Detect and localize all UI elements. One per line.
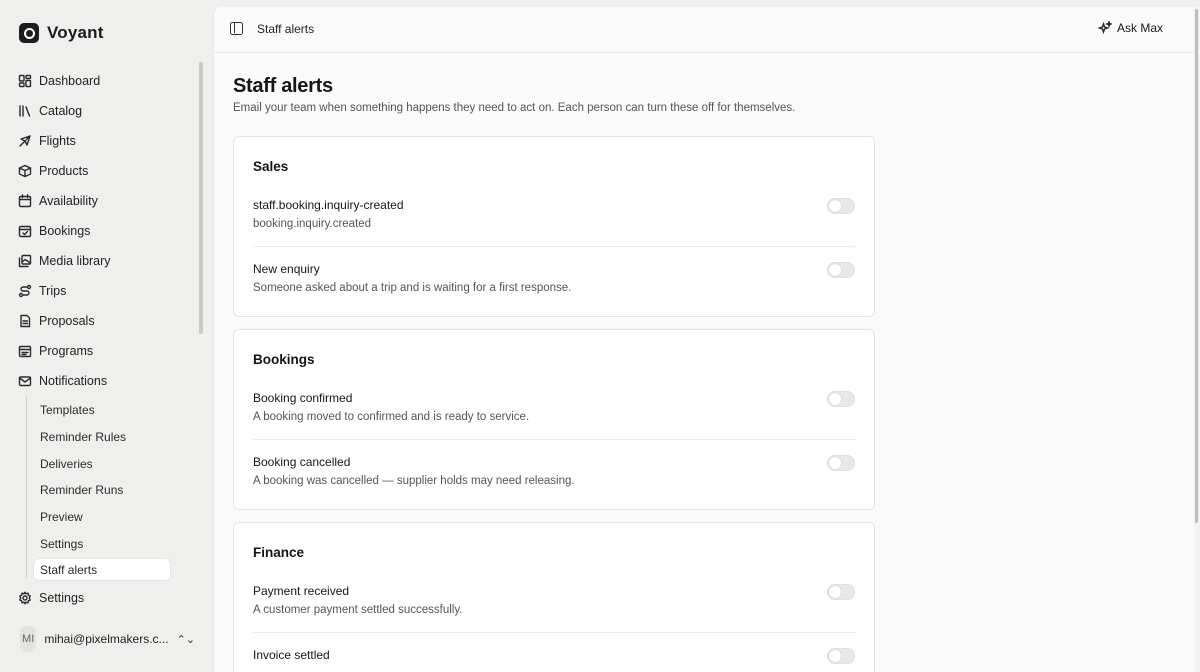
- sidebar-subitem-templates[interactable]: Templates: [34, 399, 170, 420]
- alert-toggle[interactable]: [827, 198, 855, 214]
- sparkles-icon: [1097, 21, 1112, 35]
- sidebar-item-label: Dashboard: [39, 74, 101, 88]
- sidebar-item-label: Products: [39, 164, 89, 178]
- alert-title: staff.booking.inquiry-created: [253, 198, 404, 212]
- avatar: MI: [20, 626, 37, 652]
- sidebar-item-label: Flights: [39, 134, 76, 148]
- sidebar-item-settings[interactable]: Settings: [18, 588, 84, 608]
- sidebar-subitem-reminder-runs[interactable]: Reminder Runs: [34, 479, 170, 500]
- alert-description: A booking moved to confirmed and is read…: [253, 411, 530, 423]
- breadcrumb: Staff alerts: [257, 22, 315, 36]
- section-title: Bookings: [253, 352, 315, 367]
- package-icon: [18, 164, 32, 178]
- topbar: Staff alerts Ask Max: [214, 7, 1194, 53]
- section-card-sales: Sales staff.booking.inquiry-created book…: [233, 136, 875, 317]
- sidebar-toggle-icon[interactable]: [230, 22, 243, 35]
- alert-row: New enquiry Someone asked about a trip a…: [253, 262, 855, 312]
- alert-row: Payment received A customer payment sett…: [253, 584, 855, 634]
- section-card-bookings: Bookings Booking confirmed A booking mov…: [233, 329, 875, 510]
- file-text-icon: [20, 314, 31, 328]
- alert-title: Booking cancelled: [253, 455, 351, 469]
- sidebar-item-trips[interactable]: Trips: [18, 281, 66, 301]
- section-card-finance: Finance Payment received A customer paym…: [233, 522, 875, 672]
- alert-title: Payment received: [253, 584, 350, 598]
- sidebar-item-notifications[interactable]: Notifications: [18, 371, 107, 391]
- sidebar: Voyant Dashboard Catalog Flights Product…: [0, 0, 213, 672]
- sidebar-item-bookings[interactable]: Bookings: [18, 221, 90, 241]
- user-email: mihai@pixelmakers.c...: [44, 632, 169, 646]
- sidebar-item-label: Availability: [39, 194, 98, 208]
- user-menu[interactable]: MI mihai@pixelmakers.c... ⌃⌄: [20, 626, 195, 652]
- alert-description: A customer payment settled successfully.: [253, 604, 463, 616]
- alert-toggle[interactable]: [827, 455, 855, 471]
- calendar-icon: [18, 194, 32, 208]
- calendar-range-icon: [18, 345, 32, 358]
- sidebar-subitem-deliveries[interactable]: Deliveries: [34, 453, 170, 474]
- divider: [253, 246, 855, 247]
- dashboard-icon: [18, 74, 32, 88]
- sidebar-item-label: Programs: [39, 344, 94, 358]
- alert-description: A booking was cancelled — supplier holds…: [253, 475, 575, 487]
- sidebar-subitem-reminder-rules[interactable]: Reminder Rules: [34, 426, 170, 447]
- sidebar-item-label: Catalog: [39, 104, 83, 118]
- page-title: Staff alerts: [233, 75, 333, 97]
- alert-title: Booking confirmed: [253, 391, 353, 405]
- calendar-check-icon: [18, 225, 32, 238]
- page-scrollbar-thumb[interactable]: [1195, 9, 1198, 523]
- sidebar-item-label: Proposals: [39, 314, 95, 328]
- sidebar-subitem-settings[interactable]: Settings: [34, 533, 170, 554]
- sidebar-item-availability[interactable]: Availability: [18, 191, 98, 211]
- ask-max-button[interactable]: Ask Max: [1097, 21, 1163, 35]
- sidebar-item-flights[interactable]: Flights: [18, 131, 76, 151]
- mail-icon: [18, 376, 32, 387]
- alert-row: staff.booking.inquiry-created booking.in…: [253, 198, 855, 248]
- alert-description: Someone asked about a trip and is waitin…: [253, 282, 572, 294]
- brand[interactable]: Voyant: [19, 21, 104, 45]
- sidebar-item-label: Bookings: [39, 224, 91, 238]
- sidebar-item-catalog[interactable]: Catalog: [18, 101, 82, 121]
- main-panel: Staff alerts Ask Max Staff alerts Email …: [213, 7, 1194, 672]
- plane-icon: [19, 135, 31, 147]
- section-title: Finance: [253, 545, 305, 560]
- brand-name: Voyant: [47, 23, 104, 42]
- sidebar-subitem-staff-alerts[interactable]: Staff alerts: [34, 559, 170, 580]
- sidebar-item-label: Media library: [39, 254, 111, 268]
- sidebar-subitem-preview[interactable]: Preview: [34, 506, 170, 527]
- images-icon: [18, 254, 32, 268]
- submenu-guide-line: [26, 396, 27, 578]
- sidebar-scrollbar[interactable]: [199, 62, 203, 334]
- section-title: Sales: [253, 159, 289, 174]
- chevron-up-down-icon: ⌃⌄: [176, 633, 195, 646]
- sidebar-item-label: Notifications: [39, 374, 108, 388]
- sidebar-item-label: Trips: [39, 284, 67, 298]
- library-icon: [19, 105, 31, 117]
- alert-title: Invoice settled: [253, 648, 330, 662]
- sidebar-item-media-library[interactable]: Media library: [18, 251, 111, 271]
- divider: [253, 439, 855, 440]
- gear-icon: [19, 591, 31, 605]
- alert-toggle[interactable]: [827, 391, 855, 407]
- alert-toggle[interactable]: [827, 262, 855, 278]
- sidebar-item-proposals[interactable]: Proposals: [18, 311, 95, 331]
- route-icon: [18, 284, 32, 298]
- alert-row: Booking confirmed A booking moved to con…: [253, 391, 855, 441]
- divider: [253, 632, 855, 633]
- page-subtitle: Email your team when something happens t…: [233, 102, 796, 114]
- sidebar-item-dashboard[interactable]: Dashboard: [18, 71, 100, 91]
- brand-logo-icon: [19, 23, 39, 43]
- alert-toggle[interactable]: [827, 584, 855, 600]
- alert-toggle[interactable]: [827, 648, 855, 664]
- alert-title: New enquiry: [253, 262, 320, 276]
- sidebar-item-programs[interactable]: Programs: [18, 341, 93, 361]
- alert-description: booking.inquiry.created: [253, 218, 372, 230]
- sidebar-item-products[interactable]: Products: [18, 161, 88, 181]
- alert-row: Booking cancelled A booking was cancelle…: [253, 455, 855, 505]
- sidebar-item-label: Settings: [39, 591, 85, 605]
- ask-max-label: Ask Max: [1116, 21, 1163, 35]
- alert-row: Invoice settled: [253, 648, 855, 672]
